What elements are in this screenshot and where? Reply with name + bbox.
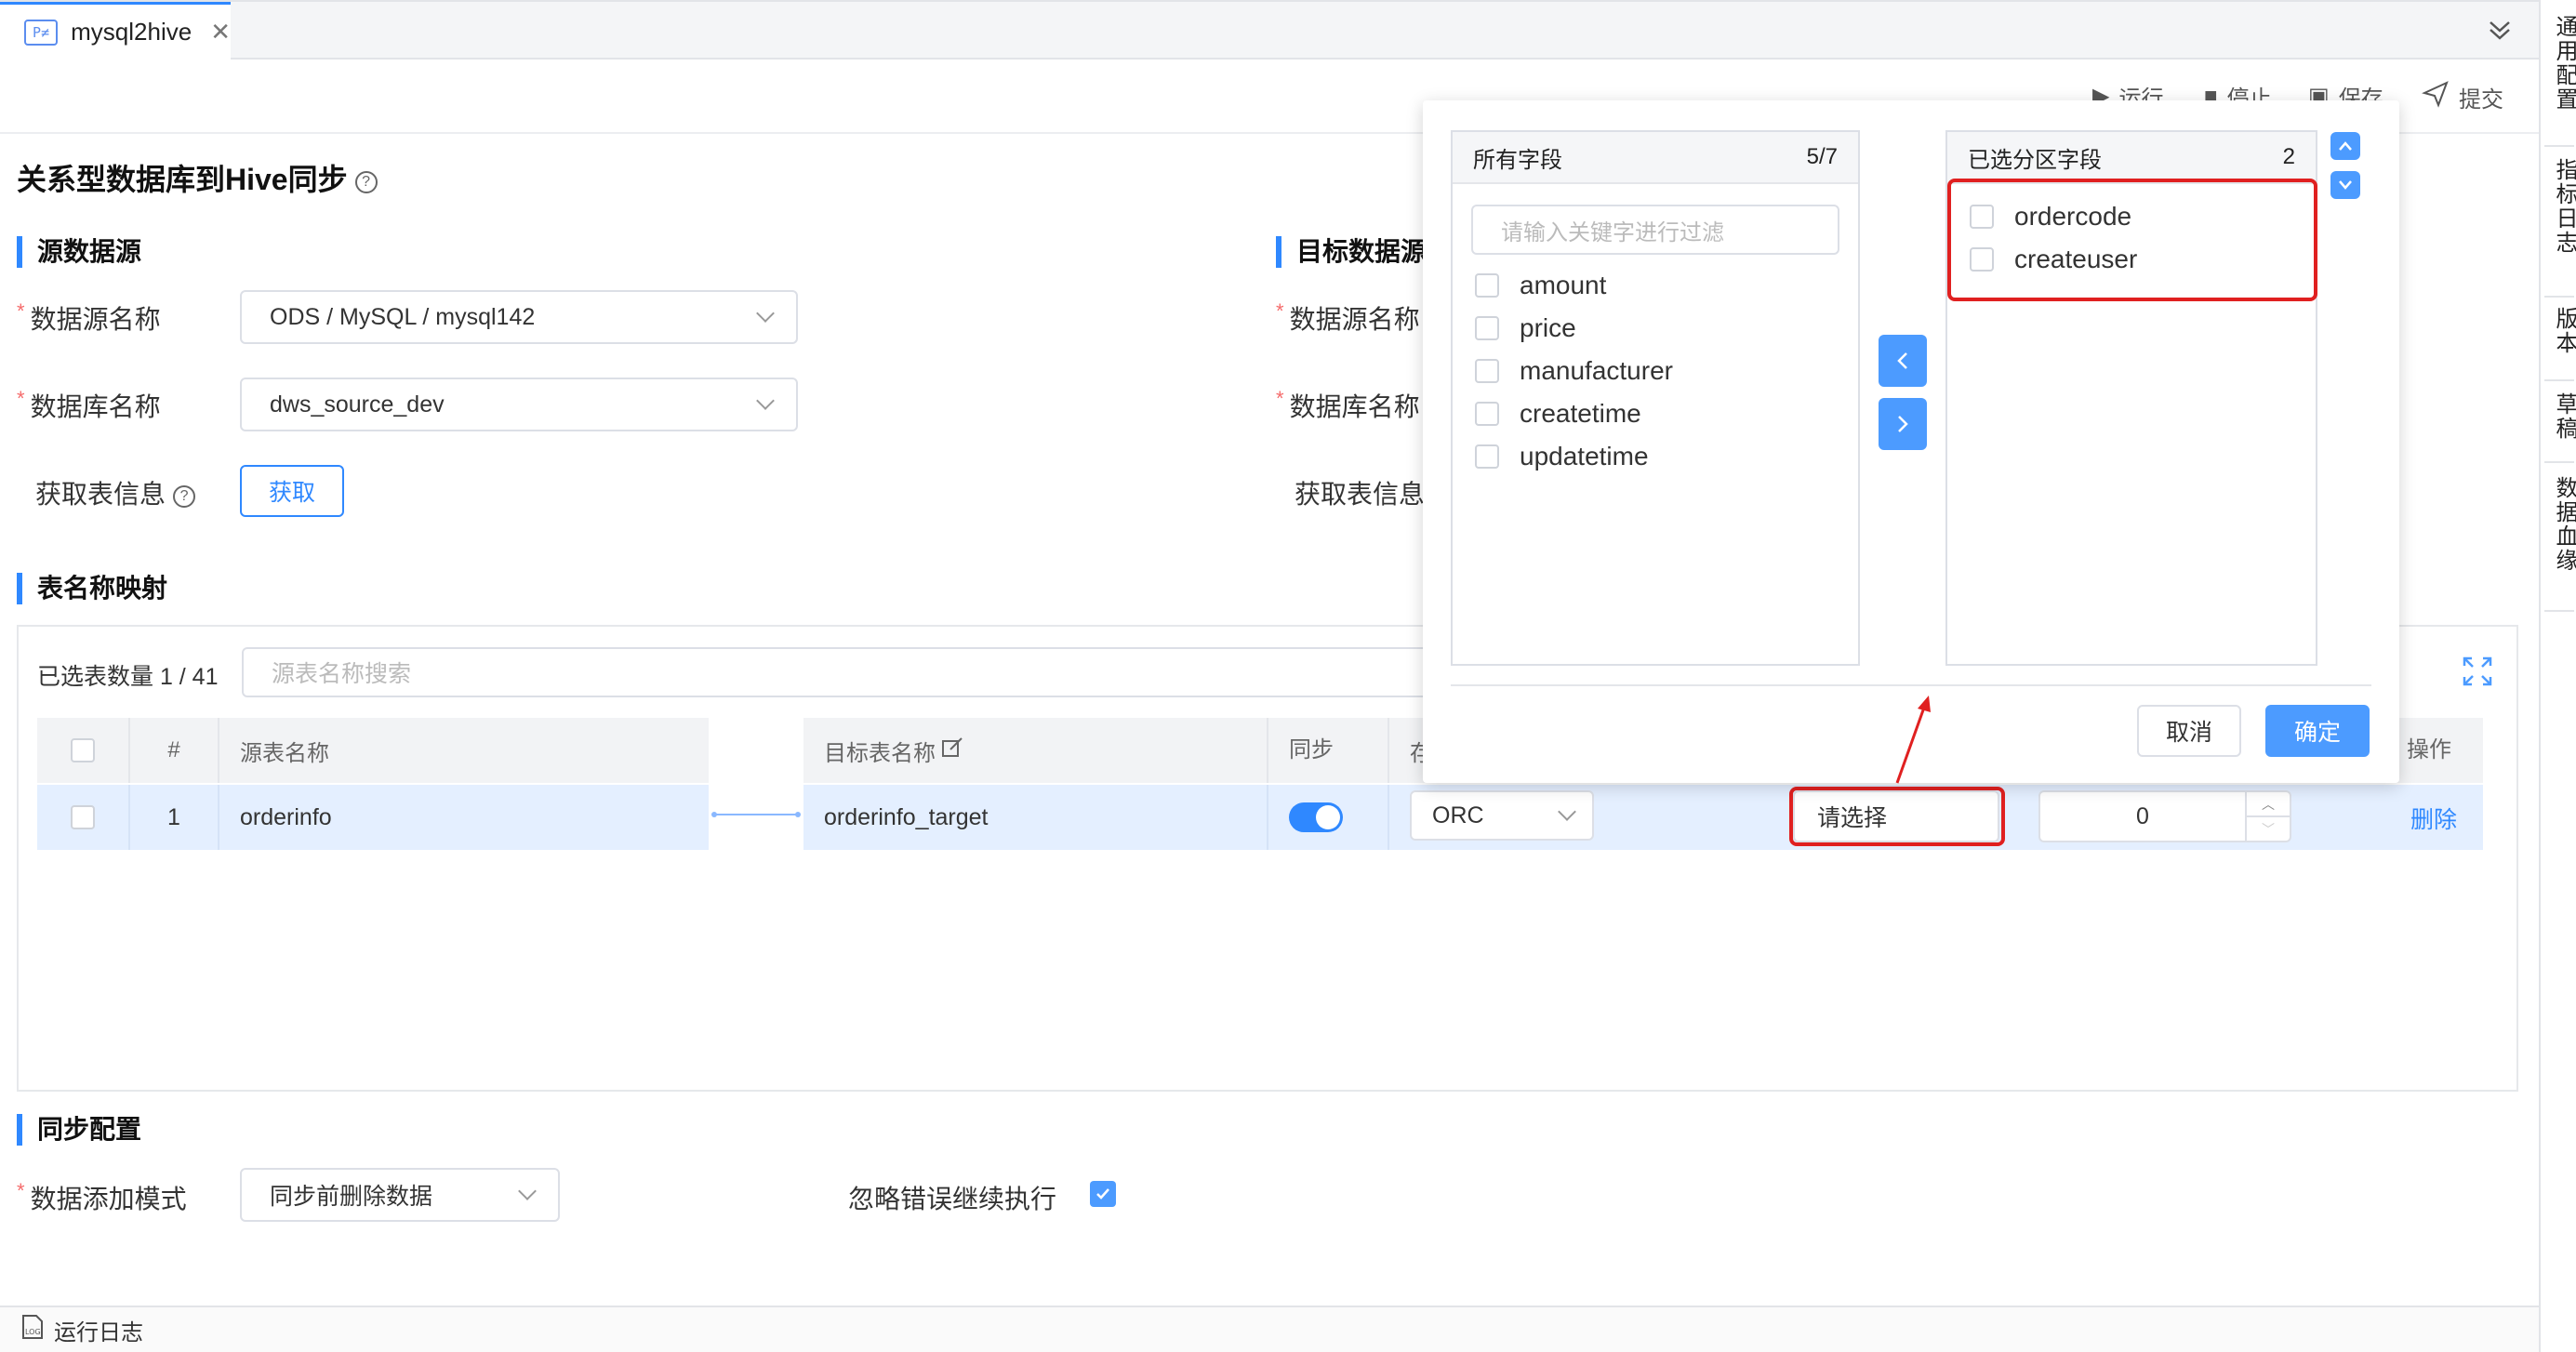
- column-target-table: 目标表名称: [824, 740, 936, 766]
- run-log-button[interactable]: 运行日志: [54, 1314, 143, 1346]
- ignore-error-checkbox[interactable]: [1090, 1181, 1116, 1207]
- source-section-title: 源数据源: [17, 236, 141, 268]
- chevron-up-icon: [2339, 141, 2352, 151]
- right-sidebar: 通用配置 指标日志 版本 草稿 数据血缘: [2539, 0, 2576, 1352]
- sidebar-item-general-config[interactable]: 通用配置: [2541, 15, 2576, 112]
- column-operation: 操作: [2390, 718, 2483, 783]
- list-item[interactable]: updatetime: [1475, 435, 1858, 478]
- status-bar: LOG 运行日志: [0, 1306, 2539, 1352]
- cancel-button[interactable]: 取消: [2137, 705, 2241, 757]
- field-checkbox[interactable]: [1475, 359, 1499, 383]
- chevron-double-down-icon[interactable]: [2485, 15, 2518, 48]
- annotation-arrow: [1895, 696, 1931, 784]
- list-item[interactable]: amount: [1475, 264, 1858, 307]
- close-icon[interactable]: ✕: [210, 18, 231, 46]
- sync-config-section-title: 同步配置: [17, 1114, 141, 1146]
- chevron-down-icon: [756, 304, 775, 323]
- chevron-right-icon: [1898, 416, 1908, 432]
- ignore-error-label: 忽略错误继续执行: [848, 1185, 1057, 1213]
- divider: [2544, 296, 2574, 298]
- move-down-button[interactable]: [2330, 171, 2360, 199]
- selected-table-count: 已选表数量 1 / 41: [37, 664, 219, 690]
- field-checkbox[interactable]: [1475, 316, 1499, 340]
- list-item[interactable]: price: [1475, 307, 1858, 350]
- field-checkbox[interactable]: [1475, 273, 1499, 298]
- mapping-link-line: [711, 812, 801, 817]
- svg-text:LOG: LOG: [25, 1328, 41, 1336]
- chevron-down-icon[interactable]: ﹀: [2247, 817, 2290, 841]
- chevron-down-icon: [756, 391, 775, 410]
- append-mode-label: * 数据添加模式: [17, 1179, 187, 1213]
- move-left-button[interactable]: [1879, 335, 1927, 387]
- sidebar-item-draft[interactable]: 草稿: [2541, 392, 2576, 441]
- help-icon[interactable]: ?: [173, 484, 196, 508]
- source-datasource-label: * 数据源名称: [17, 299, 161, 334]
- submit-button[interactable]: 提交: [2422, 80, 2503, 114]
- confirm-button[interactable]: 确定: [2265, 705, 2370, 757]
- highlight-box: [1789, 787, 2005, 846]
- column-index: #: [130, 718, 219, 783]
- source-table-search-input[interactable]: 源表名称搜索: [242, 647, 1432, 697]
- row-checkbox[interactable]: [71, 805, 95, 829]
- help-icon[interactable]: ?: [354, 170, 378, 193]
- chevron-down-icon: [1558, 802, 1576, 821]
- tab-mysql2hive[interactable]: P≠ mysql2hive ✕: [0, 2, 231, 60]
- append-mode-select[interactable]: 同步前删除数据: [240, 1168, 560, 1222]
- target-fetch-label: 获取表信息: [1295, 480, 1426, 509]
- source-database-label: * 数据库名称: [17, 387, 161, 421]
- source-datasource-select[interactable]: ODS / MySQL / mysql142: [240, 290, 798, 344]
- send-icon: [2422, 80, 2450, 114]
- selected-partition-header: 已选分区字段 2: [1947, 132, 2316, 184]
- source-table-header: # 源表名称: [37, 718, 709, 783]
- tab-bar: P≠ mysql2hive ✕: [0, 0, 2539, 60]
- fullscreen-icon[interactable]: [2461, 655, 2494, 695]
- log-icon: LOG: [20, 1314, 45, 1346]
- target-datasource-label: * 数据源名称: [1276, 299, 1420, 334]
- sidebar-item-metric-log[interactable]: 指标日志: [2541, 158, 2576, 255]
- row-source-table: orderinfo: [240, 803, 332, 830]
- all-fields-header: 所有字段 5/7: [1453, 132, 1858, 184]
- fetch-button[interactable]: 获取: [240, 465, 344, 517]
- highlight-box: [1947, 179, 2317, 301]
- target-database-label: * 数据库名称: [1276, 387, 1420, 421]
- storage-format-select[interactable]: ORC: [1410, 790, 1594, 841]
- delete-link[interactable]: 删除: [2410, 802, 2457, 835]
- move-up-button[interactable]: [2330, 132, 2360, 160]
- list-item[interactable]: createtime: [1475, 392, 1858, 435]
- field-checkbox[interactable]: [1475, 444, 1499, 469]
- chevron-down-icon: [2339, 180, 2352, 190]
- divider: [2544, 610, 2574, 612]
- all-fields-panel: 所有字段 5/7 请输入关键字进行过滤 amount price manufac…: [1451, 130, 1860, 666]
- tab-label: mysql2hive: [71, 18, 193, 46]
- chevron-up-icon[interactable]: ︿: [2247, 792, 2290, 817]
- row-index: 1: [130, 785, 219, 850]
- divider: [2544, 145, 2574, 147]
- field-filter-input[interactable]: 请输入关键字进行过滤: [1471, 205, 1839, 255]
- sidebar-item-lineage[interactable]: 数据血缘: [2541, 476, 2576, 573]
- divider: [2544, 461, 2574, 463]
- chevron-left-icon: [1897, 352, 1907, 369]
- row-target-table: orderinfo_target: [803, 785, 1268, 850]
- list-item[interactable]: manufacturer: [1475, 350, 1858, 392]
- column-source-table: 源表名称: [240, 740, 329, 766]
- divider: [2544, 379, 2574, 381]
- select-all-checkbox[interactable]: [71, 738, 95, 762]
- page-title: 关系型数据库到Hive同步?: [17, 156, 378, 199]
- script-icon: P≠: [24, 19, 59, 46]
- target-section-title: 目标数据源: [1276, 236, 1427, 268]
- mapping-section-title: 表名称映射: [17, 573, 167, 604]
- move-right-button[interactable]: [1879, 398, 1927, 450]
- source-database-select[interactable]: dws_source_dev: [240, 378, 798, 431]
- edit-icon[interactable]: [941, 736, 963, 765]
- divider: [1451, 684, 2371, 686]
- table-row[interactable]: 1 orderinfo: [37, 785, 709, 850]
- chevron-down-icon: [518, 1182, 537, 1200]
- checkmark-icon: [1096, 1188, 1109, 1200]
- sidebar-item-version[interactable]: 版本: [2541, 307, 2576, 355]
- sync-toggle[interactable]: [1289, 802, 1343, 832]
- source-fetch-label: 获取表信息?: [35, 474, 196, 511]
- field-checkbox[interactable]: [1475, 402, 1499, 426]
- number-stepper[interactable]: 0 ︿ ﹀: [2038, 790, 2291, 842]
- column-sync: 同步: [1268, 718, 1389, 783]
